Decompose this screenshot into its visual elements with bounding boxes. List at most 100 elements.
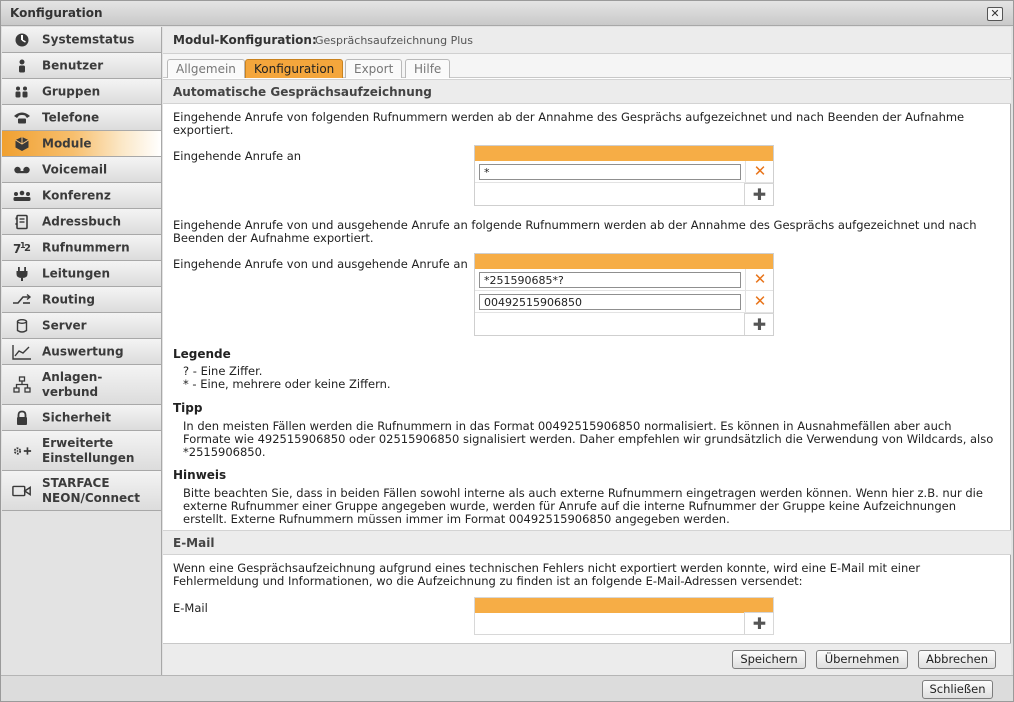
sidebar-item-voicemail[interactable]: Voicemail xyxy=(2,157,161,183)
gauge-icon xyxy=(12,32,32,48)
table-header xyxy=(475,146,773,161)
server-icon xyxy=(12,318,32,334)
sidebar-item-module[interactable]: Module xyxy=(2,131,161,157)
voicemail-icon xyxy=(12,162,32,178)
table-row: ✕ xyxy=(475,269,773,291)
sidebar-item-erweiterte-einstellungen[interactable]: Erweiterte Einstellungen xyxy=(2,431,161,471)
delete-icon[interactable]: ✕ xyxy=(745,269,774,290)
tab-bar: Allgemein Konfiguration Export Hilfe xyxy=(163,54,1011,78)
sidebar-item-gruppen[interactable]: Gruppen xyxy=(2,79,161,105)
sidebar-item-konferenz[interactable]: Konferenz xyxy=(2,183,161,209)
table-header xyxy=(475,254,773,269)
lock-icon xyxy=(12,410,32,426)
sidebar-item-label: Benutzer xyxy=(42,58,104,72)
svg-text:2: 2 xyxy=(24,243,31,254)
sidebar-item-sicherheit[interactable]: Sicherheit xyxy=(2,405,161,431)
module-header-label: Modul-Konfiguration: xyxy=(173,33,317,47)
add-icon[interactable]: ✚ xyxy=(744,183,774,205)
sidebar-item-label: STARFACE NEON/Connect xyxy=(42,475,140,505)
tab-hilfe[interactable]: Hilfe xyxy=(405,59,451,78)
window-close-icon[interactable]: ✕ xyxy=(987,7,1003,21)
number-input[interactable] xyxy=(479,294,741,310)
add-icon[interactable]: ✚ xyxy=(744,612,774,634)
sidebar-item-label: Rufnummern xyxy=(42,240,130,254)
legend-text: ? - Eine Ziffer. * - Eine, mehrere oder … xyxy=(183,364,391,391)
email-label: E-Mail xyxy=(173,601,208,615)
action-bar: Speichern Übernehmen Abbrechen xyxy=(163,643,1011,675)
hint-title: Hinweis xyxy=(173,468,227,482)
box-icon xyxy=(12,136,32,152)
sidebar-item-label: Leitungen xyxy=(42,266,110,280)
tip-title: Tipp xyxy=(173,401,203,415)
sidebar-item-server[interactable]: Server xyxy=(2,313,161,339)
chart-icon xyxy=(12,344,32,360)
window-footer: Schließen xyxy=(1,675,1013,701)
sidebar-nav: Systemstatus Benutzer Gruppen Telefone M… xyxy=(2,27,162,675)
section-header-automatic-recording: Automatische Gesprächsaufzeichnung xyxy=(163,79,1011,104)
sidebar-item-telefone[interactable]: Telefone xyxy=(2,105,161,131)
sidebar-item-systemstatus[interactable]: Systemstatus xyxy=(2,27,161,53)
configuration-window: Konfiguration ✕ Systemstatus Benutzer Gr… xyxy=(0,0,1014,702)
incoming-calls-label: Eingehende Anrufe an xyxy=(173,149,302,163)
hint-text: Bitte beachten Sie, dass in beiden Fälle… xyxy=(183,486,983,526)
tab-allgemein[interactable]: Allgemein xyxy=(167,59,245,78)
video-icon xyxy=(12,483,32,499)
sidebar-item-starface-neon-connect[interactable]: STARFACE NEON/Connect xyxy=(2,471,161,511)
bidirectional-calls-label: Eingehende Anrufe von und ausgehende Anr… xyxy=(173,257,468,271)
window-title: Konfiguration xyxy=(10,6,103,20)
sidebar-item-label: Gruppen xyxy=(42,84,101,98)
main-panel: Modul-Konfiguration: Gesprächsaufzeichnu… xyxy=(163,27,1011,675)
conference-icon xyxy=(12,188,32,204)
bidirectional-numbers-table: ✕ ✕ ✚ xyxy=(474,253,774,336)
sidebar-item-label: Sicherheit xyxy=(42,410,111,424)
plug-icon xyxy=(12,266,32,282)
tab-export[interactable]: Export xyxy=(345,59,403,78)
table-row: ✕ xyxy=(475,161,773,183)
sidebar-item-label: Voicemail xyxy=(42,162,108,176)
sidebar-item-leitungen[interactable]: Leitungen xyxy=(2,261,161,287)
user-icon xyxy=(12,58,32,74)
apply-button[interactable]: Übernehmen xyxy=(816,650,908,669)
table-header xyxy=(475,598,773,613)
sidebar-item-label: Anlagen- verbund xyxy=(42,369,103,399)
email-intro-text: Wenn eine Gesprächsaufzeichnung aufgrund… xyxy=(173,561,921,588)
sidebar-item-routing[interactable]: Routing xyxy=(2,287,161,313)
numbers-icon: 712 xyxy=(12,240,32,256)
routing-icon xyxy=(12,292,32,308)
sidebar-item-auswertung[interactable]: Auswertung xyxy=(2,339,161,365)
table-row: ✕ xyxy=(475,291,773,313)
add-icon[interactable]: ✚ xyxy=(744,313,774,335)
sidebar-item-label: Adressbuch xyxy=(42,214,122,228)
addressbook-icon xyxy=(12,214,32,230)
gears-icon xyxy=(12,443,32,459)
cancel-button[interactable]: Abbrechen xyxy=(918,650,996,669)
sidebar-item-label: Telefone xyxy=(42,110,100,124)
number-input[interactable] xyxy=(479,164,741,180)
save-button[interactable]: Speichern xyxy=(732,650,806,669)
sidebar-item-label: Erweiterte Einstellungen xyxy=(42,435,135,465)
legend-title: Legende xyxy=(173,347,231,361)
number-input[interactable] xyxy=(479,272,741,288)
section-title: Automatische Gesprächsaufzeichnung xyxy=(173,85,432,99)
close-button[interactable]: Schließen xyxy=(922,680,993,699)
delete-icon[interactable]: ✕ xyxy=(745,291,774,312)
sidebar-item-adressbuch[interactable]: Adressbuch xyxy=(2,209,161,235)
email-table: ✚ xyxy=(474,597,774,635)
tab-konfiguration[interactable]: Konfiguration xyxy=(245,59,344,78)
module-header: Modul-Konfiguration: Gesprächsaufzeichnu… xyxy=(163,27,1011,54)
incoming-intro-text: Eingehende Anrufe von folgenden Rufnumme… xyxy=(173,110,965,137)
section-title: E-Mail xyxy=(173,536,215,550)
sidebar-item-benutzer[interactable]: Benutzer xyxy=(2,53,161,79)
sidebar-item-anlagenverbund[interactable]: Anlagen- verbund xyxy=(2,365,161,405)
bidirectional-intro-text: Eingehende Anrufe von und ausgehende Anr… xyxy=(173,218,977,245)
tip-text: In den meisten Fällen werden die Rufnumm… xyxy=(183,419,994,459)
sidebar-item-label: Auswertung xyxy=(42,344,124,358)
sidebar-item-label: Routing xyxy=(42,292,96,306)
delete-icon[interactable]: ✕ xyxy=(745,161,774,182)
section-header-email: E-Mail xyxy=(163,530,1011,555)
sidebar-item-rufnummern[interactable]: 712 Rufnummern xyxy=(2,235,161,261)
sidebar-item-label: Systemstatus xyxy=(42,32,135,46)
phone-icon xyxy=(12,110,32,126)
module-name: Gesprächsaufzeichnung Plus xyxy=(315,34,474,47)
group-icon xyxy=(12,84,32,100)
